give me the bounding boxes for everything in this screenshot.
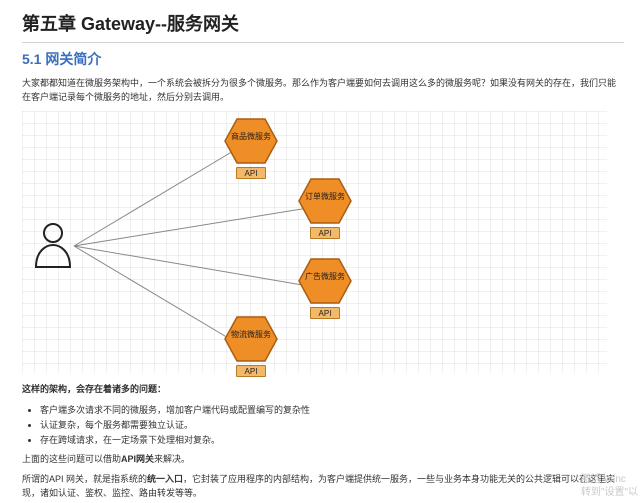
api-tag: API [310,307,340,319]
divider [22,42,624,43]
client-user-icon [32,221,74,269]
text: 上面的这些问题可以借助 [22,454,121,464]
bold-text: API网关 [121,454,154,464]
list-item: 客户端多次请求不同的微服务，增加客户端代码或配置编写的复杂性 [40,403,624,418]
api-tag: API [310,227,340,239]
section-title: 5.1 网关简介 [22,49,624,69]
closing-paragraph: 所谓的API 网关，就是指系统的统一入口，它封装了应用程序的内部结构，为客户端提… [22,473,624,501]
service-label: 广告微服务 [297,273,353,281]
chapter-title: 第五章 Gateway--服务网关 [22,10,624,36]
api-tag: API [236,365,266,377]
architecture-diagram: 商品微服务 API 订单微服务 API 广告微服务 API 物流微服务 API [22,111,607,373]
hexagon-icon: 广告微服务 [297,257,353,305]
list-item: 存在跨域请求，在一定场景下处理相对复杂。 [40,433,624,448]
service-label: 物流微服务 [223,331,279,339]
text: 所谓的API 网关，就是指系统的 [22,474,147,484]
text: 来解决。 [154,454,190,464]
resolution-paragraph: 上面的这些问题可以借助API网关来解决。 [22,453,624,467]
hexagon-icon: 物流微服务 [223,315,279,363]
intro-paragraph: 大家都都知道在微服务架构中，一个系统会被拆分为很多个微服务。那么作为客户端要如何… [22,77,624,105]
hexagon-icon: 商品微服务 [223,117,279,165]
service-node-product: 商品微服务 API [218,117,284,179]
list-item: 认证复杂，每个服务都需要独立认证。 [40,418,624,433]
service-label: 商品微服务 [223,133,279,141]
issues-heading: 这样的架构，会存在着诸多的问题： [22,383,624,397]
api-tag: API [236,167,266,179]
service-node-order: 订单微服务 API [292,177,358,239]
connection-lines [22,111,607,373]
service-label: 订单微服务 [297,193,353,201]
hexagon-icon: 订单微服务 [297,177,353,225]
bold-text: 统一入口 [147,474,183,484]
service-node-ad: 广告微服务 API [292,257,358,319]
issues-list: 客户端多次请求不同的微服务，增加客户端代码或配置编写的复杂性 认证复杂，每个服务… [40,403,624,449]
service-node-logistics: 物流微服务 API [218,315,284,377]
